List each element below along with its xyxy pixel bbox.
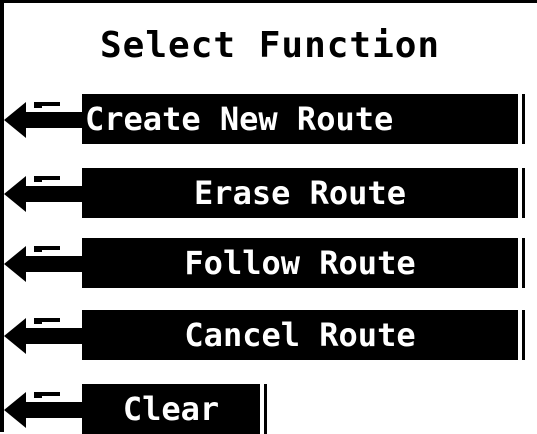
menu-item-clear[interactable]: Clear [4,384,284,434]
page-title: Select Function [100,25,441,66]
menu-item-label: Erase Route [194,174,406,212]
menu-item-bar[interactable]: Erase Route [82,168,518,218]
screen-top-border [0,0,537,3]
menu-item-follow-route[interactable]: Follow Route [4,238,524,288]
select-function-screen: Select Function Create New Route Erase R… [0,0,537,434]
menu-item-label: Follow Route [184,244,416,282]
menu-item-bar[interactable]: Create New Route [82,94,518,144]
menu-item-label: Clear [122,390,220,428]
menu-item-erase-route[interactable]: Erase Route [4,168,524,218]
menu-item-bar[interactable]: Clear [82,384,260,434]
menu-item-label: Cancel Route [184,316,416,354]
menu-item-bar[interactable]: Cancel Route [82,310,518,360]
menu-item-create-new-route[interactable]: Create New Route [4,94,524,144]
screen-left-border [0,0,4,432]
menu-item-cancel-route[interactable]: Cancel Route [4,310,524,360]
menu-item-label: Create New Route [85,100,394,138]
menu-item-bar[interactable]: Follow Route [82,238,518,288]
